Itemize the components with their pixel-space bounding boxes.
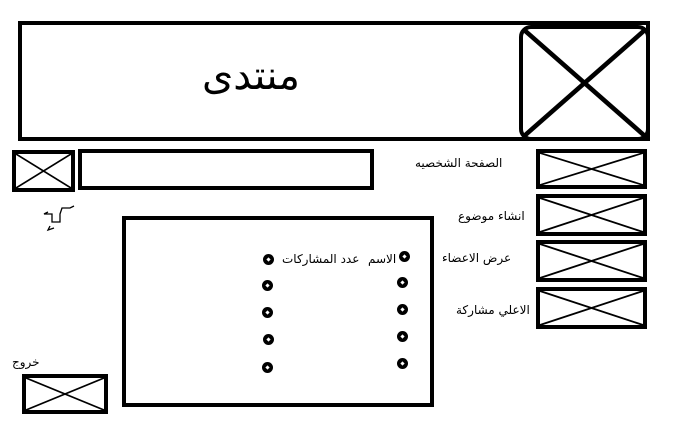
sidebar-item-label-create-topic: انشاء موضوع bbox=[458, 209, 525, 223]
sidebar-item-profile[interactable] bbox=[536, 149, 647, 189]
table-row-posts-bullet bbox=[262, 280, 273, 291]
table-row-posts-bullet bbox=[263, 254, 274, 265]
sidebar-item-label-members: عرض الاعضاء bbox=[442, 251, 512, 265]
table-row-posts-bullet bbox=[262, 362, 273, 373]
table-row-name-bullet bbox=[397, 277, 408, 288]
table-row-posts-bullet bbox=[262, 307, 273, 318]
header-banner: منتدى bbox=[18, 21, 650, 141]
sidebar-item-label-top-posters: الاعلي مشاركة bbox=[456, 303, 530, 317]
table-row-posts-bullet bbox=[263, 334, 274, 345]
table-row-name-bullet bbox=[397, 331, 408, 342]
column-header-posts: عدد المشاركات bbox=[282, 252, 360, 266]
table-row-name-bullet bbox=[397, 304, 408, 315]
logo-image bbox=[519, 25, 650, 141]
forum-title: منتدى bbox=[202, 53, 300, 99]
search-icon[interactable] bbox=[12, 150, 75, 192]
sidebar-item-members[interactable] bbox=[536, 240, 647, 282]
search-input[interactable] bbox=[78, 149, 374, 190]
sidebar-item-label-profile: الصفحة الشخصيه bbox=[415, 156, 503, 170]
logout-button[interactable] bbox=[22, 374, 108, 414]
sidebar-item-top-posters[interactable] bbox=[536, 287, 647, 329]
table-row-name-bullet bbox=[397, 358, 408, 369]
column-header-name: الاسم bbox=[368, 252, 397, 266]
arrow-icon[interactable] bbox=[40, 198, 80, 234]
members-table: عدد المشاركات الاسم bbox=[122, 216, 434, 407]
sidebar-item-create-topic[interactable] bbox=[536, 194, 647, 236]
logout-label: خروج bbox=[12, 355, 40, 369]
table-row-name-bullet bbox=[399, 251, 410, 262]
